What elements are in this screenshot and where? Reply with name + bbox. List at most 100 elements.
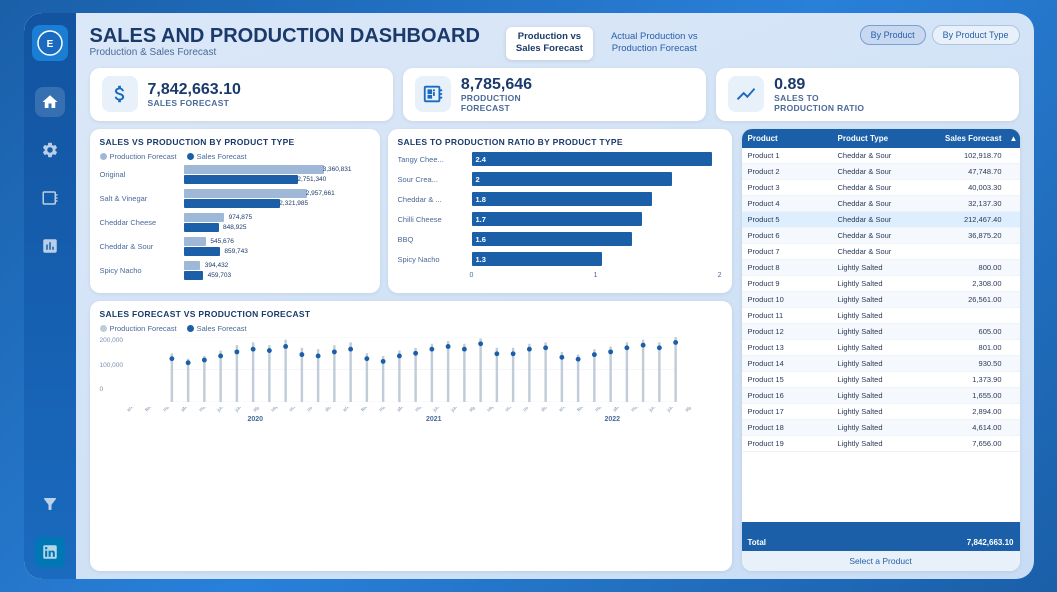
td-forecast: 47,748.70 [928,164,1008,179]
table-header: Product Product Type Sales Forecast ▲ [742,129,1020,148]
table-footer: Total 7,842,663.10 [742,534,1020,551]
line-chart-card: SALES FORECAST VS PRODUCTION FORECAST Pr… [90,301,732,571]
td-type: Lightly Salted [832,308,928,323]
table-row[interactable]: Product 10 Lightly Salted 26,561.00 [742,292,1020,308]
td-type: Lightly Salted [832,372,928,387]
month-label: marzo [378,407,395,413]
td-type: Lightly Salted [832,436,928,451]
toggle-by-product-type[interactable]: By Product Type [932,25,1020,45]
td-product: Product 2 [742,164,832,179]
kpi-production-icon [415,76,451,112]
sidebar-item-linkedin[interactable] [35,537,65,567]
td-forecast: 32,137.30 [928,196,1008,211]
table-row[interactable]: Product 6 Cheddar & Sour 36,875.20 [742,228,1020,244]
ratio-val: 1.7 [472,215,486,224]
table-row[interactable]: Product 3 Cheddar & Sour 40,003.30 [742,180,1020,196]
sales-bar: 459,703 [184,271,204,280]
td-product: Product 7 [742,244,832,259]
table-card: Product Product Type Sales Forecast ▲ Pr… [742,129,1020,571]
line-chart-title: SALES FORECAST VS PRODUCTION FORECAST [100,309,722,319]
kpi-ratio-value: 0.89 [774,76,864,94]
ratio-row: Tangy Chee... 2.4 [398,152,722,166]
sidebar-item-factory[interactable] [35,183,65,213]
table-row[interactable]: Product 17 Lightly Salted 2,894.00 [742,404,1020,420]
month-label: mayo [198,407,215,413]
logo-icon: E [36,29,64,57]
tab-actual-vs-production[interactable]: Actual Production vsProduction Forecast [601,27,708,60]
month-label: abril [612,407,629,413]
ratio-val: 2.4 [472,155,486,164]
legend-production-dot [100,153,107,160]
month-label: mayo [630,407,647,413]
table-row[interactable]: Product 4 Cheddar & Sour 32,137.30 [742,196,1020,212]
td-forecast: 1,655.00 [928,388,1008,403]
sidebar-item-filter[interactable] [35,489,65,519]
table-row[interactable]: Product 2 Cheddar & Sour 47,748.70 [742,164,1020,180]
month-label: agosto [468,407,485,413]
bar-row: Cheddar Cheese 974,875 848,925 [100,213,370,232]
table-row[interactable]: Product 18 Lightly Salted 4,614.00 [742,420,1020,436]
month-label: febrero [144,407,161,413]
right-panel: Product Product Type Sales Forecast ▲ Pr… [742,129,1020,571]
month-label: mayo [414,407,431,413]
bar-group: 2,957,661 2,321,985 [184,189,370,208]
line-legend-sales: Sales Forecast [187,324,247,333]
production-bar-val: 974,875 [229,214,253,221]
table-row[interactable]: Product 1 Cheddar & Sour 102,918.70 [742,148,1020,164]
line-chart-svg-container: enerofebreromarzoabrilmayojuniojulioagos… [126,337,722,423]
month-label: junio [432,407,449,413]
ratio-bar-wrap: 2.4 [472,152,722,166]
bar-row: Original 3,360,831 2,751,340 [100,165,370,184]
table-row[interactable]: Product 13 Lightly Salted 801.00 [742,340,1020,356]
th-product-type: Product Type [832,129,928,148]
td-product: Product 16 [742,388,832,403]
td-forecast: 801.00 [928,340,1008,355]
ratio-val: 1.8 [472,195,486,204]
table-row[interactable]: Product 16 Lightly Salted 1,655.00 [742,388,1020,404]
month-label: septic... [270,407,287,413]
table-row[interactable]: Product 14 Lightly Salted 930.50 [742,356,1020,372]
kpi-row: 7,842,663.10 SALES FORECAST 8,785,646 PR… [90,68,1020,122]
svg-text:E: E [46,39,53,50]
table-row[interactable]: Product 15 Lightly Salted 1,373.90 [742,372,1020,388]
ratio-label: Sour Crea... [398,175,468,184]
kpi-ratio: 0.89 SALES TO PRODUCTION RATIO [716,68,1019,122]
ratio-row: Cheddar & ... 1.8 [398,192,722,206]
tab-production-vs-sales[interactable]: Production vsSales Forecast [506,27,593,60]
th-product: Product [742,129,832,148]
bar-group: 974,875 848,925 [184,213,370,232]
td-forecast [928,244,1008,259]
table-sort-btn[interactable]: ▲ [1008,129,1020,148]
table-row[interactable]: Product 8 Lightly Salted 800.00 [742,260,1020,276]
kpi-sales-icon [102,76,138,112]
table-row[interactable]: Product 7 Cheddar & Sour [742,244,1020,260]
toggle-buttons: By Product By Product Type [860,25,1020,45]
sidebar-item-settings[interactable] [35,135,65,165]
table-row[interactable]: Product 19 Lightly Salted 7,656.00 [742,436,1020,452]
table-row[interactable]: Product 11 Lightly Salted [742,308,1020,324]
main-body: SALES VS PRODUCTION BY PRODUCT TYPE Prod… [90,129,1020,571]
production-bar-val: 3,360,831 [323,166,352,173]
table-row[interactable]: Product 12 Lightly Salted 605.00 [742,324,1020,340]
line-legend-sales-dot [187,325,194,332]
production-bar: 394,432 [184,261,201,270]
td-product: Product 6 [742,228,832,243]
toggle-by-product[interactable]: By Product [860,25,926,45]
month-label: julio [450,407,467,413]
ratio-bar: 1.6 [472,232,632,246]
bar-row: Salt & Vinegar 2,957,661 2,321,985 [100,189,370,208]
ratio-bar-wrap: 1.7 [472,212,722,226]
ratio-chart-rows: Tangy Chee... 2.4 Sour Crea... 2 Cheddar… [398,152,722,266]
td-forecast: 4,614.00 [928,420,1008,435]
table-row[interactable]: Product 5 Cheddar & Sour 212,467.40 [742,212,1020,228]
line-legend-production-dot [100,325,107,332]
sidebar-item-home[interactable] [35,87,65,117]
td-product: Product 1 [742,148,832,163]
month-label: marzo [162,407,179,413]
table-row[interactable]: Product 9 Lightly Salted 2,308.00 [742,276,1020,292]
sidebar-item-chart[interactable] [35,231,65,261]
td-forecast: 102,918.70 [928,148,1008,163]
legend-sales: Sales Forecast [187,152,247,161]
select-product-btn[interactable]: Select a Product [742,551,1020,571]
td-product: Product 9 [742,276,832,291]
